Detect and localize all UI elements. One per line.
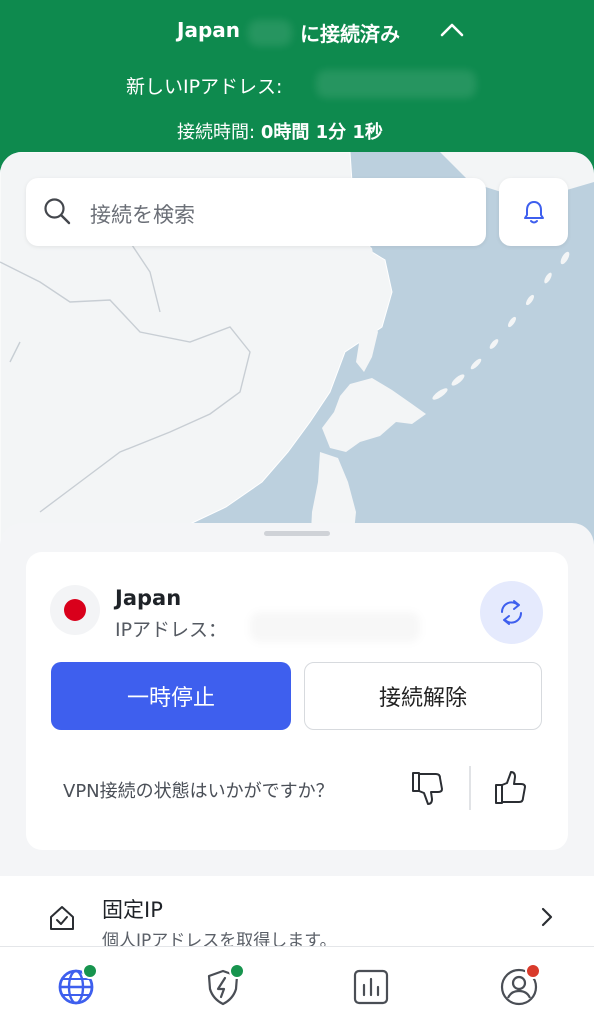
- connection-time-label: 接続時間:: [177, 122, 256, 143]
- bar-chart-icon: [353, 969, 389, 1005]
- tab-map[interactable]: [56, 963, 98, 1007]
- card-ip-label: IPアドレス：: [115, 619, 228, 641]
- japan-flag-icon: [50, 585, 100, 635]
- status-dot: [82, 963, 98, 979]
- connection-time-value: 0時間 1分 1秒: [260, 122, 383, 143]
- connection-time: 接続時間: 0時間 1分 1秒: [177, 118, 383, 144]
- card-country-name: Japan: [115, 586, 182, 610]
- notifications-button[interactable]: [499, 178, 568, 246]
- redacted-ip: [316, 70, 476, 98]
- connection-status-text: に接続済み: [300, 22, 400, 46]
- tab-profile[interactable]: [499, 963, 541, 1007]
- sheet-drag-handle[interactable]: [264, 531, 330, 536]
- home-shield-icon: [50, 906, 74, 930]
- thumb-up-icon[interactable]: [493, 769, 529, 807]
- pause-button[interactable]: 一時停止: [51, 662, 291, 730]
- dedicated-ip-title: 固定IP: [102, 898, 163, 922]
- search-input[interactable]: 接続を検索: [26, 178, 486, 246]
- redacted-area: [248, 20, 292, 46]
- search-placeholder: 接続を検索: [90, 203, 195, 227]
- feedback-question: VPN接続の状態はいかがですか？: [63, 781, 334, 802]
- chevron-right-icon: [541, 907, 553, 927]
- hokkaido-island: [322, 378, 426, 452]
- thumb-down-icon[interactable]: [410, 769, 446, 807]
- connection-status-row[interactable]: Japan に接続済み: [0, 16, 594, 46]
- tab-protection[interactable]: [203, 963, 245, 1007]
- redacted-card-ip: [250, 612, 420, 642]
- chevron-up-icon[interactable]: [438, 16, 466, 44]
- kuril-islands: [432, 251, 570, 400]
- search-icon: [44, 198, 71, 225]
- refresh-icon: [500, 600, 523, 625]
- dedicated-ip-row[interactable]: 固定IP 個人IPアドレスを取得します。: [0, 876, 594, 951]
- new-ip-label: 新しいIPアドレス:: [126, 76, 283, 98]
- bell-icon: [524, 201, 544, 224]
- tab-stats[interactable]: [351, 967, 391, 1007]
- feedback-divider: [469, 766, 471, 810]
- header-country: Japan: [177, 18, 240, 42]
- status-dot: [229, 963, 245, 979]
- bottom-tab-bar: [0, 946, 594, 1025]
- alert-dot: [525, 963, 541, 979]
- disconnect-button[interactable]: 接続解除: [304, 662, 542, 730]
- reconnect-button[interactable]: [480, 581, 543, 644]
